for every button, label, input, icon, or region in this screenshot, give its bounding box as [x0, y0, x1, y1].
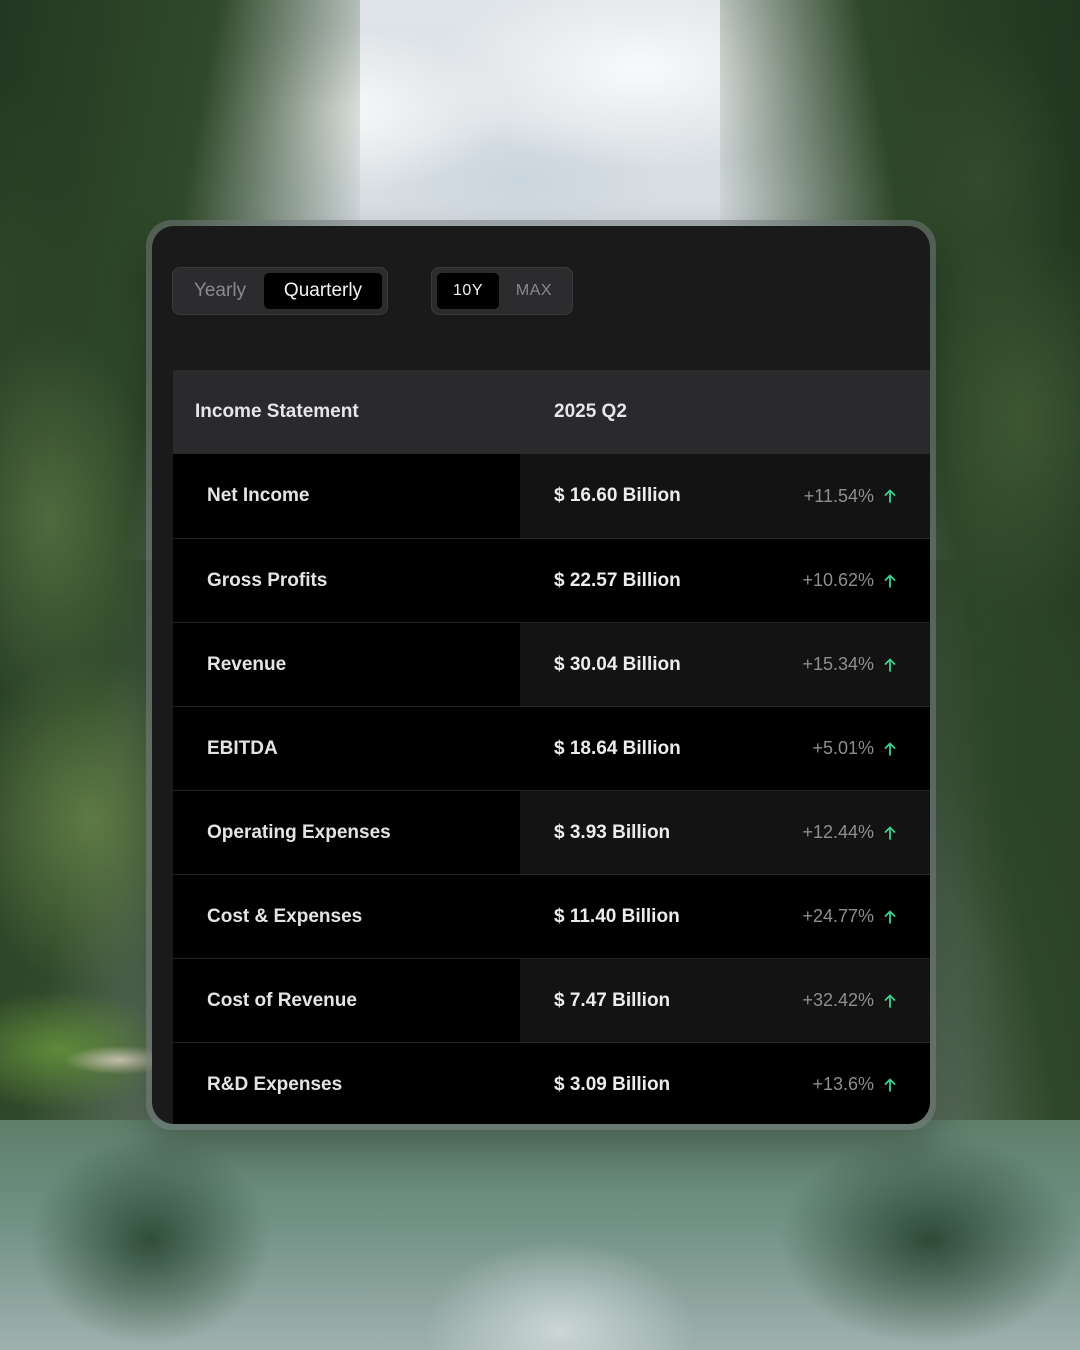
row-label: Operating Expenses [173, 791, 520, 874]
row-amount: $ 22.57 Billion [554, 569, 681, 591]
table-row[interactable]: R&D Expenses $ 3.09 Billion +13.6% [173, 1042, 930, 1124]
row-change: +5.01% [812, 707, 896, 790]
table-row[interactable]: Gross Profits $ 22.57 Billion +10.62% [173, 538, 930, 622]
row-label: R&D Expenses [173, 1043, 520, 1124]
range-option-max[interactable]: MAX [500, 272, 568, 310]
table-row[interactable]: Net Income $ 16.60 Billion +11.54% [173, 454, 930, 538]
row-change-percent: +13.6% [812, 1074, 874, 1094]
row-change-percent: +12.44% [802, 822, 874, 842]
row-change-percent: +32.42% [802, 990, 874, 1010]
period-option-quarterly[interactable]: Quarterly [263, 272, 383, 310]
row-amount: $ 7.47 Billion [554, 989, 671, 1011]
row-value-cell: $ 3.93 Billion +12.44% [520, 791, 930, 874]
period-toggle: Yearly Quarterly [172, 267, 388, 315]
row-change-percent: +5.01% [812, 738, 874, 758]
row-label: Cost & Expenses [173, 875, 520, 958]
row-change: +32.42% [802, 959, 896, 1042]
arrow-up-icon [884, 574, 896, 588]
row-amount: $ 3.93 Billion [554, 821, 671, 843]
row-change: +11.54% [804, 454, 896, 538]
row-change-percent: +10.62% [802, 570, 874, 590]
row-label: Revenue [173, 623, 520, 706]
table-row[interactable]: Cost of Revenue $ 7.47 Billion +32.42% [173, 958, 930, 1042]
row-amount: $ 18.64 Billion [554, 737, 681, 759]
row-change: +13.6% [812, 1043, 896, 1124]
range-toggle: 10Y MAX [431, 267, 573, 315]
row-label: EBITDA [173, 707, 520, 790]
range-option-10y[interactable]: 10Y [436, 272, 500, 310]
row-change: +12.44% [802, 791, 896, 874]
arrow-up-icon [884, 1078, 896, 1092]
column-header-period: 2025 Q2 [554, 401, 627, 422]
row-value-cell: $ 22.57 Billion +10.62% [520, 539, 930, 622]
row-change: +24.77% [802, 875, 896, 958]
table-row[interactable]: Cost & Expenses $ 11.40 Billion +24.77% [173, 874, 930, 958]
row-amount: $ 16.60 Billion [554, 485, 681, 506]
row-label: Net Income [173, 454, 520, 538]
arrow-up-icon [884, 742, 896, 756]
table-body: Net Income $ 16.60 Billion +11.54% Gross Pr… [173, 454, 930, 1124]
card-panel: Yearly Quarterly 10Y MAX Income Statemen… [152, 226, 930, 1124]
row-value-cell: $ 16.60 Billion +11.54% [520, 454, 930, 538]
row-amount: $ 30.04 Billion [554, 653, 681, 675]
row-value-cell: $ 3.09 Billion +13.6% [520, 1043, 930, 1124]
row-value-cell: $ 11.40 Billion +24.77% [520, 875, 930, 958]
table-header: Income Statement 2025 Q2 [173, 370, 930, 454]
income-statement-card: Yearly Quarterly 10Y MAX Income Statemen… [146, 220, 936, 1130]
table-row[interactable]: Revenue $ 30.04 Billion +15.34% [173, 622, 930, 706]
arrow-up-icon [884, 994, 896, 1008]
arrow-up-icon [884, 826, 896, 840]
row-amount: $ 11.40 Billion [554, 905, 680, 927]
row-value-cell: $ 30.04 Billion +15.34% [520, 623, 930, 706]
arrow-up-icon [884, 910, 896, 924]
row-label: Gross Profits [173, 539, 520, 622]
row-change: +15.34% [802, 623, 896, 706]
table-row[interactable]: EBITDA $ 18.64 Billion +5.01% [173, 706, 930, 790]
row-change-percent: +15.34% [802, 654, 874, 674]
period-option-yearly[interactable]: Yearly [177, 272, 263, 310]
row-change: +10.62% [802, 539, 896, 622]
arrow-up-icon [884, 489, 896, 503]
row-value-cell: $ 7.47 Billion +32.42% [520, 959, 930, 1042]
income-statement-table: Income Statement 2025 Q2 Net Income $ 16.… [173, 370, 930, 1124]
arrow-up-icon [884, 658, 896, 672]
row-value-cell: $ 18.64 Billion +5.01% [520, 707, 930, 790]
column-header-label: Income Statement [195, 401, 359, 422]
row-amount: $ 3.09 Billion [554, 1073, 671, 1095]
row-change-percent: +11.54% [803, 485, 874, 506]
table-row[interactable]: Operating Expenses $ 3.93 Billion +12.44% [173, 790, 930, 874]
row-label: Cost of Revenue [173, 959, 520, 1042]
row-change-percent: +24.77% [802, 906, 874, 926]
lake-reflection [0, 1120, 1080, 1350]
